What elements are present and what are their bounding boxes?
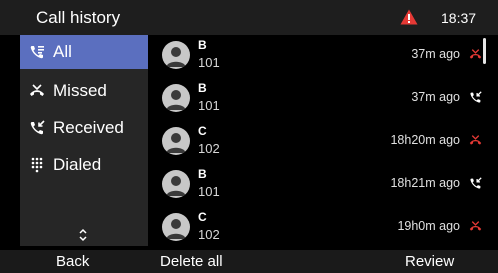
softkey-bar: Back Delete all Review (0, 250, 498, 273)
filter-received[interactable]: Received (20, 111, 148, 145)
caller-name: B (198, 38, 207, 52)
received-call-icon (470, 91, 482, 103)
caller-number: 101 (198, 55, 220, 70)
avatar (162, 127, 190, 155)
call-row[interactable]: B 101 37m ago (156, 78, 488, 120)
missed-call-icon (469, 49, 482, 59)
filter-all-label: All (53, 42, 72, 61)
person-icon (166, 176, 186, 196)
filter-received-label: Received (53, 118, 124, 137)
person-icon (166, 47, 186, 67)
caller-number: 101 (198, 184, 220, 199)
call-row[interactable]: C 102 18h20m ago (156, 121, 488, 163)
chevron-up-down-icon[interactable] (77, 228, 89, 242)
caller-name: C (198, 124, 207, 138)
call-row[interactable]: B 101 37m ago (156, 35, 488, 77)
filter-missed[interactable]: Missed (20, 74, 148, 108)
avatar (162, 84, 190, 112)
caller-name: C (198, 210, 207, 224)
status-bar: Call history 18:37 (0, 0, 498, 35)
call-time: 18h20m ago (390, 133, 460, 147)
delete-all-softkey[interactable]: Delete all (160, 253, 223, 270)
person-icon (166, 219, 186, 239)
filter-dialed-label: Dialed (53, 155, 102, 174)
call-list: B 101 37m ago B 101 37m ago C 102 18h20m… (156, 35, 488, 246)
caller-number: 101 (198, 98, 220, 113)
received-call-icon (30, 120, 45, 135)
dialpad-icon (31, 157, 43, 173)
list-scrollbar[interactable] (483, 38, 486, 64)
caller-name: B (198, 81, 207, 95)
review-softkey[interactable]: Review (405, 253, 454, 270)
person-icon (166, 133, 186, 153)
avatar (162, 170, 190, 198)
caller-number: 102 (198, 141, 220, 156)
warning-triangle-icon[interactable] (400, 9, 418, 25)
filter-sidebar: All Missed Received Dialed (20, 35, 148, 246)
avatar (162, 41, 190, 69)
avatar (162, 213, 190, 241)
back-softkey[interactable]: Back (56, 253, 89, 270)
missed-call-icon (469, 221, 482, 231)
call-row[interactable]: C 102 19h0m ago (156, 207, 488, 249)
caller-name: B (198, 167, 207, 181)
clock: 18:37 (441, 10, 477, 26)
call-row[interactable]: B 101 18h21m ago (156, 164, 488, 206)
call-time: 18h21m ago (390, 176, 460, 190)
received-call-icon (470, 177, 482, 189)
caller-number: 102 (198, 227, 220, 242)
missed-call-icon (469, 135, 482, 145)
missed-call-icon (30, 84, 44, 96)
filter-all[interactable]: All (20, 35, 148, 69)
call-time: 37m ago (411, 90, 460, 104)
call-time: 37m ago (411, 47, 460, 61)
person-icon (166, 90, 186, 110)
filter-dialed[interactable]: Dialed (20, 148, 148, 182)
page-title: Call history (36, 8, 121, 27)
all-calls-icon (30, 46, 44, 59)
filter-missed-label: Missed (53, 81, 107, 100)
call-time: 19h0m ago (397, 219, 460, 233)
